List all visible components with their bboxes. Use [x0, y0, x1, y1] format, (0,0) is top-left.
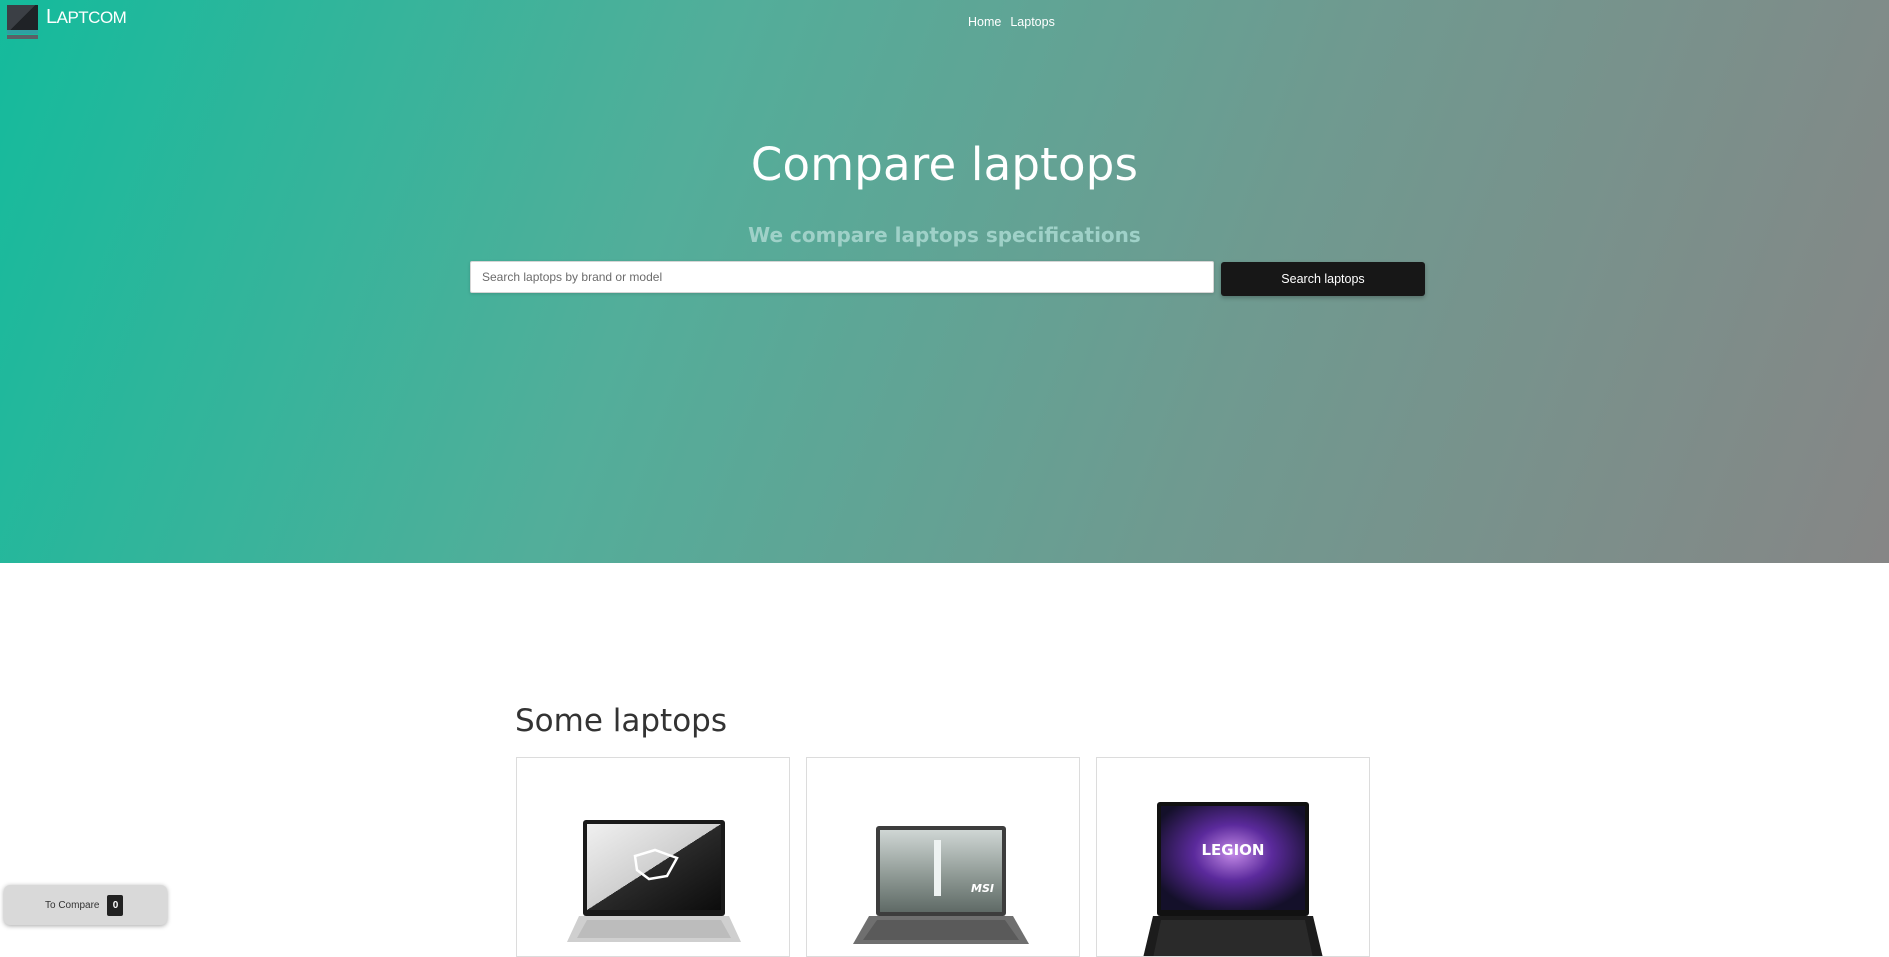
nav-laptops[interactable]: Laptops [1010, 15, 1054, 29]
site-logo[interactable]: LAPTCOM [7, 5, 127, 39]
laptop-card-msi[interactable]: MSI [806, 757, 1080, 957]
logo-text: LAPTCOM [46, 5, 127, 28]
compare-widget[interactable]: To Compare 0 [4, 885, 167, 925]
laptop-image-legion: LEGION [1143, 802, 1323, 956]
search-input[interactable] [470, 261, 1214, 293]
laptop-image-rog [567, 820, 741, 942]
compare-label: To Compare [45, 899, 100, 911]
hero-banner: LAPTCOM Home Laptops Compare laptops We … [0, 0, 1889, 563]
laptop-card-rog[interactable] [516, 757, 790, 957]
laptop-card-legion[interactable]: LEGION [1096, 757, 1370, 957]
legion-brand-text: LEGION [1201, 841, 1264, 859]
nav-home[interactable]: Home [968, 15, 1001, 29]
msi-brand-text: MSI [971, 882, 994, 895]
section-title: Some laptops [515, 703, 728, 739]
page-subtitle: We compare laptops specifications [748, 223, 1141, 247]
laptop-logo-icon [7, 5, 38, 39]
laptop-image-msi: MSI [853, 826, 1029, 944]
page-title: Compare laptops [750, 138, 1139, 191]
search-button[interactable]: Search laptops [1221, 262, 1425, 296]
main-nav: Home Laptops [968, 15, 1055, 29]
compare-count-badge: 0 [107, 894, 124, 916]
